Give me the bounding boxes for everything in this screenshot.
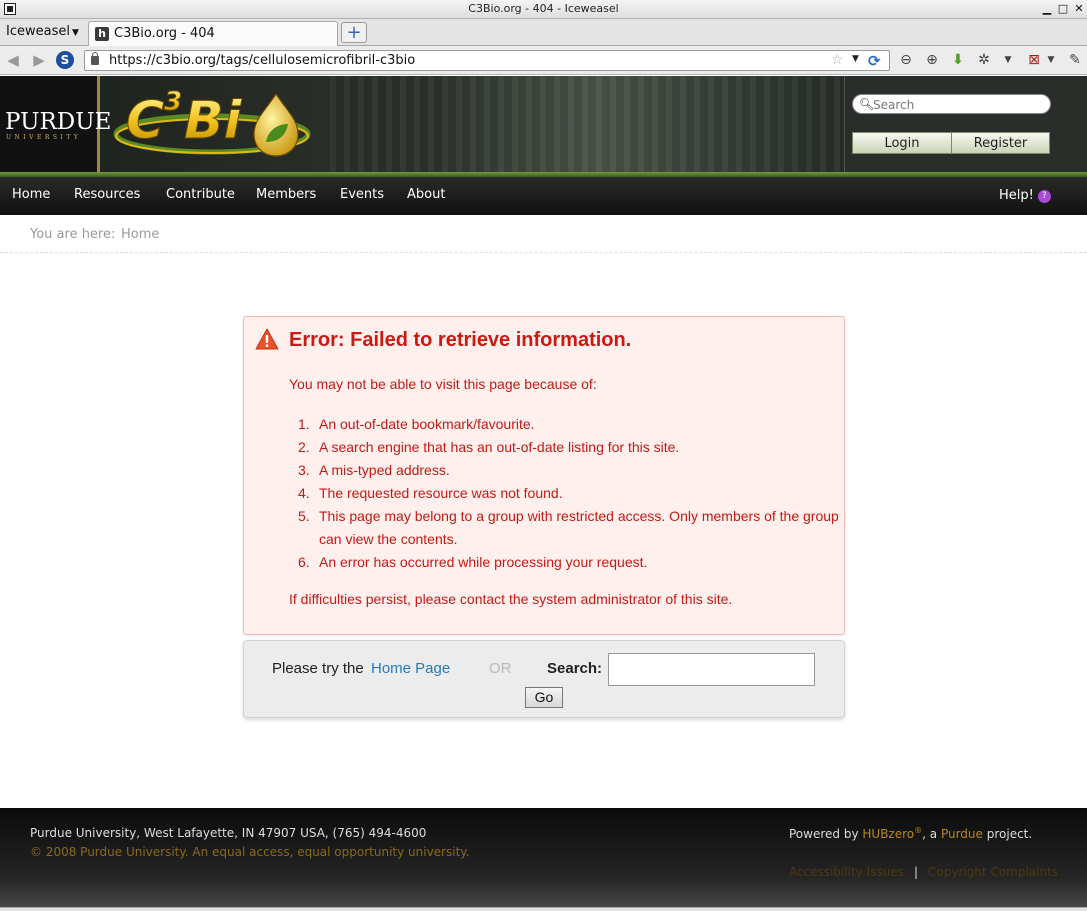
footer-copyright[interactable]: © 2008 Purdue University. An equal acces… — [30, 845, 469, 859]
footer-address: Purdue University, West Lafayette, IN 47… — [30, 826, 427, 840]
purdue-logo-sub: UNIVERSITY — [6, 134, 82, 141]
header-search-input[interactable] — [873, 97, 1043, 112]
footer-links: Accessibility Issues | Copyright Complaint… — [789, 865, 1058, 879]
try-prefix: Please try the — [272, 660, 364, 677]
powered-suffix: project. — [986, 827, 1033, 841]
list-item: 6. An error has occurred while processing… — [298, 554, 648, 570]
list-item: 4. The requested resource was not found. — [298, 485, 563, 501]
error-title: Error: Failed to retrieve information. — [289, 329, 632, 351]
header-background-stripes — [330, 76, 850, 172]
copyright-complaints-link[interactable]: Copyright Complaints — [928, 865, 1058, 879]
browser-toolbar: ◀ ▶ S https://c3bio.org/tags/cellulosemi… — [0, 46, 1087, 75]
nav-item-events[interactable]: Events — [340, 187, 384, 202]
svg-text:3: 3 — [164, 87, 182, 117]
error-intro: You may not be able to visit this page b… — [289, 376, 597, 392]
zoom-in-icon[interactable]: ⊕ — [923, 51, 941, 69]
url-dropdown-icon[interactable]: ▼ — [852, 54, 859, 64]
url-text: https://c3bio.org/tags/cellulosemicrofib… — [109, 53, 416, 68]
or-separator: OR — [489, 660, 512, 677]
search-input[interactable] — [608, 653, 815, 686]
back-arrow-icon[interactable]: ◀ — [3, 51, 23, 69]
noscript-icon[interactable]: ⊠ — [1025, 51, 1043, 69]
tab-label: C3Bio.org - 404 — [114, 26, 215, 41]
url-bar[interactable]: https://c3bio.org/tags/cellulosemicrofib… — [84, 50, 890, 71]
zoom-out-icon[interactable]: ⊖ — [897, 51, 915, 69]
maximize-button[interactable]: □ — [1057, 3, 1069, 15]
svg-text:Bi: Bi — [184, 91, 243, 151]
window-titlebar: C3Bio.org - 404 - Iceweasel ▁ □ ✕ — [0, 0, 1087, 19]
help-icon: ? — [1037, 190, 1051, 203]
forward-arrow-icon[interactable]: ▶ — [29, 51, 49, 69]
powered-by: Powered by HUBzero®, a Purdue project. — [789, 826, 1032, 841]
lock-icon — [91, 52, 99, 65]
warning-icon — [255, 328, 279, 350]
new-tab-button[interactable]: + — [341, 22, 367, 43]
powered-prefix: Powered by — [789, 827, 859, 841]
close-button[interactable]: ✕ — [1073, 3, 1085, 15]
bookmark-star-icon[interactable]: ☆ — [831, 52, 844, 68]
breadcrumb-home[interactable]: Home — [121, 227, 159, 242]
list-item: 3. A mis-typed address. — [298, 462, 450, 478]
reason-text: A mis-typed address. — [319, 462, 450, 478]
addon-dropdown-icon[interactable]: ▼ — [999, 51, 1017, 69]
error-reasons-list: 1. An out-of-date bookmark/favourite. 2. A… — [289, 413, 839, 574]
home-page-link[interactable]: Home Page — [371, 660, 450, 677]
login-button[interactable]: Login — [852, 132, 952, 154]
reason-text: This page may belong to a group with res… — [319, 508, 839, 547]
download-arrow-icon[interactable]: ⬇ — [949, 51, 967, 69]
tab-strip: Iceweasel ▼ h C3Bio.org - 404 + — [0, 19, 1087, 46]
chevron-down-icon: ▼ — [71, 28, 79, 38]
purdue-logo[interactable]: PURDUE UNIVERSITY — [0, 76, 111, 172]
reason-text: An out-of-date bookmark/favourite. — [319, 416, 535, 432]
window-title: C3Bio.org - 404 - Iceweasel — [468, 2, 619, 15]
nav-item-contribute[interactable]: Contribute — [166, 187, 235, 202]
nav-item-home[interactable]: Home — [12, 187, 50, 202]
help-label: Help! — [999, 188, 1034, 203]
footer-link-separator: | — [913, 865, 918, 879]
reason-text: A search engine that has an out-of-date … — [319, 439, 680, 455]
svg-text:C: C — [126, 91, 164, 151]
site-footer: Purdue University, West Lafayette, IN 47… — [0, 808, 1087, 908]
registered-mark: ® — [914, 826, 923, 835]
site-header: PURDUE UNIVERSITY C 3 Bi 🔍︎ Login Reg — [0, 76, 1087, 172]
purdue-logo-name: PURDUE — [5, 109, 112, 135]
list-item: 5. This page may belong to a group with r… — [298, 508, 839, 547]
reload-icon[interactable]: ⟳ — [868, 52, 881, 70]
breadcrumb: You are here: Home — [0, 215, 1087, 253]
search-icon: 🔍︎ — [859, 97, 875, 111]
accessibility-link[interactable]: Accessibility Issues — [789, 865, 904, 879]
go-button[interactable]: Go — [525, 687, 563, 708]
search-label: Search: — [547, 660, 603, 677]
hubzero-link[interactable]: HUBzero — [862, 827, 914, 841]
status-bar — [0, 907, 1087, 911]
help-link[interactable]: Help!? — [999, 188, 1051, 203]
breadcrumb-prefix: You are here: — [30, 227, 116, 242]
noscript-dropdown-icon[interactable]: ▼ — [1042, 51, 1060, 69]
app-menu-label: Iceweasel — [6, 24, 70, 39]
error-footer: If difficulties persist, please contact … — [289, 591, 733, 607]
site-nav: Home Resources Contribute Members Events… — [0, 177, 1087, 215]
try-search-box: Please try the Home Page OR Search: Go — [243, 640, 845, 718]
list-item: 1. An out-of-date bookmark/favourite. — [298, 416, 535, 432]
nav-item-resources[interactable]: Resources — [74, 187, 140, 202]
purdue-link[interactable]: Purdue — [941, 827, 983, 841]
powered-mid: , a — [922, 827, 938, 841]
app-menu-button[interactable]: Iceweasel ▼ — [2, 22, 83, 42]
header-search[interactable]: 🔍︎ — [852, 94, 1051, 114]
hubzero-favicon-icon: h — [95, 27, 109, 41]
c3bio-logo[interactable]: C 3 Bi — [104, 76, 334, 172]
tab-current[interactable]: h C3Bio.org - 404 — [88, 21, 338, 46]
register-button[interactable]: Register — [951, 132, 1050, 154]
nav-item-members[interactable]: Members — [256, 187, 316, 202]
list-item: 2. A search engine that has an out-of-dat… — [298, 439, 680, 455]
edit-icon[interactable]: ✎ — [1066, 51, 1084, 69]
s-extension-icon[interactable]: S — [56, 51, 74, 69]
minimize-button[interactable]: ▁ — [1041, 3, 1053, 15]
header-tools: 🔍︎ Login Register — [844, 76, 1087, 172]
error-box: Error: Failed to retrieve information. Y… — [243, 316, 845, 635]
addon-icon[interactable]: ✲ — [975, 51, 993, 69]
reason-text: An error has occurred while processing y… — [319, 554, 648, 570]
reason-text: The requested resource was not found. — [319, 485, 563, 501]
nav-item-about[interactable]: About — [407, 187, 445, 202]
